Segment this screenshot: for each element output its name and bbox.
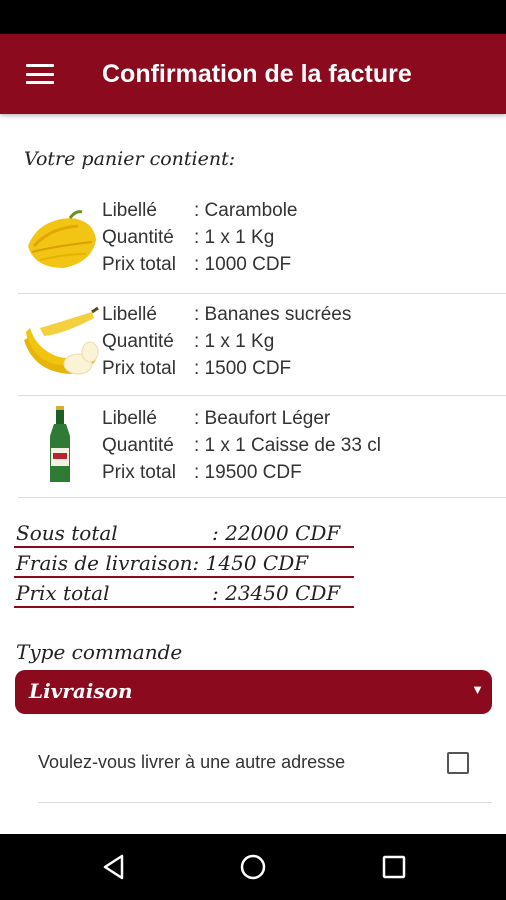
cart-item: Libellé : Bananes sucrées Quantité : 1 x 1… [18, 294, 506, 396]
cart-heading: Votre panier contient: [24, 148, 236, 170]
star-fruit-image [28, 210, 96, 268]
system-nav-bar [0, 834, 506, 900]
other-address-label: Voulez-vous livrer à une autre adresse [38, 752, 346, 772]
item-qty-key: Quantité [102, 227, 174, 248]
status-bar [0, 0, 506, 34]
item-qty-key: Quantité [102, 435, 174, 456]
order-type-select[interactable]: Livraison ▼ [15, 670, 492, 714]
total-value: : 23450 CDF [212, 581, 341, 605]
item-price-key: Prix total [102, 462, 176, 483]
total-label: Prix total [16, 581, 110, 605]
item-price-key: Prix total [102, 358, 176, 379]
item-price-value: : 1500 CDF [194, 358, 292, 379]
dropdown-caret-icon: ▼ [471, 682, 484, 697]
subtotal-label: Sous total [16, 521, 118, 545]
delivery-fee-wrap: Frais de livraison: 1450 CDF [16, 551, 308, 575]
cart-item: Libellé : Beaufort Léger Quantité : 1 x 1 … [18, 396, 506, 498]
subtotal-row: Sous total : 22000 CDF [14, 518, 354, 548]
item-details: Libellé : Beaufort Léger Quantité : 1 x 1 … [102, 405, 381, 486]
item-label-key: Libellé [102, 304, 157, 325]
item-price-key: Prix total [102, 254, 176, 275]
cart-item: Libellé : Carambole Quantité : 1 x 1 Kg Pr… [18, 192, 506, 294]
delivery-fee-label: Frais de livraison [16, 551, 193, 575]
item-label-value: : Beaufort Léger [194, 408, 331, 429]
item-qty-value: : 1 x 1 Kg [194, 227, 275, 248]
beer-bottle-image [50, 406, 70, 482]
item-price-value: : 1000 CDF [194, 254, 292, 275]
item-price-value: : 19500 CDF [194, 462, 302, 483]
page-title: Confirmation de la facture [102, 59, 412, 88]
home-circle-icon[interactable] [223, 834, 283, 900]
item-label-value: : Bananes sucrées [194, 304, 352, 325]
order-type-label: Type commande [16, 640, 183, 664]
app-bar: Confirmation de la facture [0, 34, 506, 114]
item-qty-value: : 1 x 1 Caisse de 33 cl [194, 435, 381, 456]
invoice-content[interactable]: Votre panier contient: Libellé : Carambol… [0, 114, 506, 834]
item-qty-key: Quantité [102, 331, 174, 352]
total-row: Prix total : 23450 CDF [14, 578, 354, 608]
recents-square-icon[interactable] [364, 834, 424, 900]
subtotal-value: : 22000 CDF [212, 521, 341, 545]
item-label-key: Libellé [102, 200, 157, 221]
item-qty-value: : 1 x 1 Kg [194, 331, 275, 352]
hamburger-menu-icon[interactable] [26, 64, 54, 84]
other-address-checkbox[interactable] [447, 752, 469, 774]
item-label-key: Libellé [102, 408, 157, 429]
item-details: Libellé : Carambole Quantité : 1 x 1 Kg Pr… [102, 197, 298, 278]
divider [38, 802, 492, 803]
totals-block: Sous total : 22000 CDF Frais de livraiso… [14, 518, 354, 608]
delivery-fee-value: : 1450 CDF [192, 551, 309, 575]
item-label-value: : Carambole [194, 200, 298, 221]
bananas-image [24, 306, 99, 375]
order-type-selected: Livraison [29, 679, 133, 703]
back-triangle-icon[interactable] [84, 834, 144, 900]
item-details: Libellé : Bananes sucrées Quantité : 1 x 1… [102, 301, 351, 382]
delivery-fee-row: Frais de livraison: 1450 CDF [14, 548, 354, 578]
